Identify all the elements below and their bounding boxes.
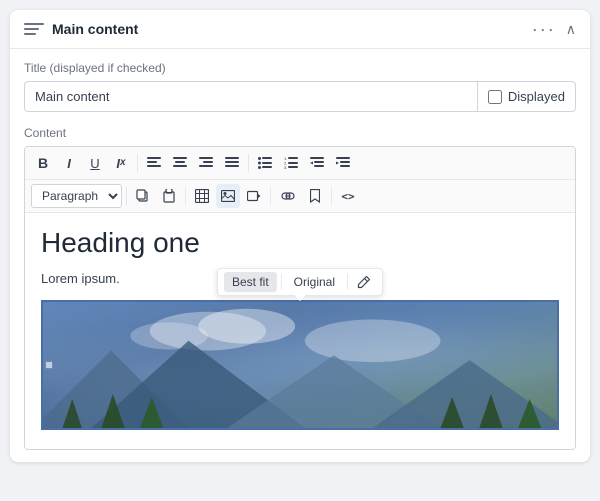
justify-button[interactable] [220, 151, 244, 175]
align-center-button[interactable] [168, 151, 192, 175]
bookmark-button[interactable] [303, 184, 327, 208]
copy-button[interactable] [131, 184, 155, 208]
editor-heading: Heading one [41, 227, 559, 259]
main-content-panel: Main content ··· ∧ Title (displayed if c… [10, 10, 590, 462]
ordered-list-button[interactable]: 1.2.3. [279, 151, 303, 175]
collapse-button[interactable]: ∧ [566, 21, 576, 38]
title-section: Title (displayed if checked) Displayed [24, 61, 576, 112]
title-label: Title (displayed if checked) [24, 61, 576, 75]
displayed-label: Displayed [508, 89, 565, 104]
panel-body: Title (displayed if checked) Displayed C… [10, 49, 590, 462]
title-input[interactable] [24, 81, 477, 112]
panel-icon [24, 21, 44, 37]
panel-title: Main content [52, 21, 138, 37]
panel-header-right: ··· ∧ [532, 20, 576, 38]
toolbar-row-2: Paragraph [25, 180, 575, 213]
editor-wrap: B I U Ix [24, 146, 576, 450]
panel-header-left: Main content [24, 21, 138, 37]
editor-content[interactable]: Heading one Lorem ipsum. Best fit Origin… [25, 213, 575, 449]
strikethrough-button[interactable]: Ix [109, 151, 133, 175]
paste-button[interactable] [157, 184, 181, 208]
toolbar-row-1: B I U Ix [25, 147, 575, 180]
source-button[interactable]: <> [336, 184, 360, 208]
toolbar-sep-2 [248, 154, 249, 172]
svg-text:3.: 3. [284, 165, 287, 169]
media-button[interactable] [242, 184, 266, 208]
toolbar-sep-5 [270, 187, 271, 205]
underline-button[interactable]: U [83, 151, 107, 175]
title-row: Displayed [24, 81, 576, 112]
displayed-checkbox-wrap: Displayed [477, 81, 576, 112]
content-label: Content [24, 126, 576, 140]
image-placeholder [41, 300, 559, 430]
toolbar-sep-4 [185, 187, 186, 205]
link-button[interactable] [275, 184, 301, 208]
original-button[interactable]: Original [286, 272, 343, 292]
panel-header: Main content ··· ∧ [10, 10, 590, 49]
indent-decrease-button[interactable] [305, 151, 329, 175]
toolbar-sep-6 [331, 187, 332, 205]
best-fit-button[interactable]: Best fit [224, 272, 277, 292]
image-wrap[interactable]: Best fit Original [41, 300, 559, 430]
more-options-button[interactable]: ··· [532, 20, 556, 38]
toolbar-sep-1 [137, 154, 138, 172]
ctx-sep [281, 274, 282, 290]
edit-image-button[interactable] [352, 272, 376, 292]
paragraph-select[interactable]: Paragraph [31, 184, 122, 208]
displayed-checkbox[interactable] [488, 90, 502, 104]
table-button[interactable] [190, 184, 214, 208]
align-left-button[interactable] [142, 151, 166, 175]
content-section: Content B I U Ix [24, 126, 576, 450]
image-contextbar: Best fit Original [217, 268, 383, 296]
indent-increase-button[interactable] [331, 151, 355, 175]
bullet-list-button[interactable] [253, 151, 277, 175]
italic-button[interactable]: I [57, 151, 81, 175]
image-button[interactable] [216, 184, 240, 208]
bold-button[interactable]: B [31, 151, 55, 175]
align-right-button[interactable] [194, 151, 218, 175]
toolbar-sep-3 [126, 187, 127, 205]
ctx-sep-2 [347, 274, 348, 290]
